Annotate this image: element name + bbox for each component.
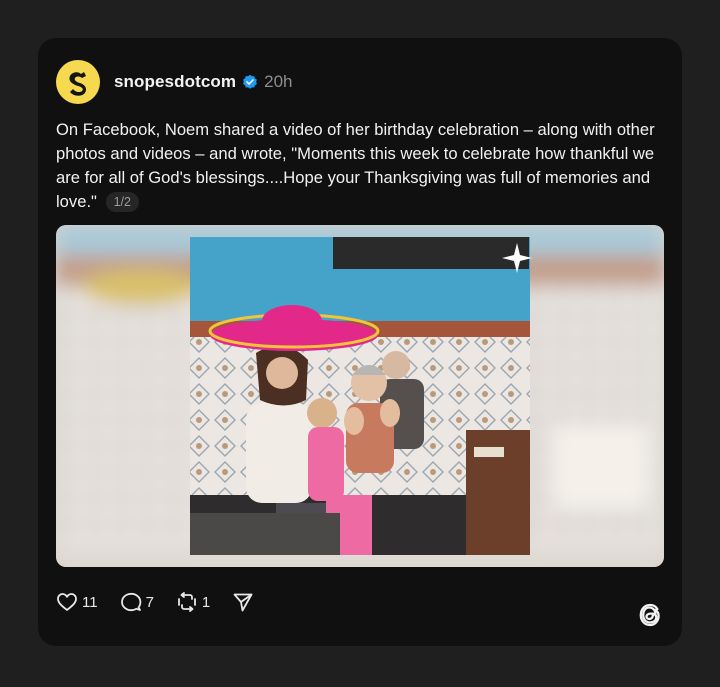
- post-card: snopesdotcom 20h On Facebook, Noem share…: [38, 38, 682, 646]
- heart-icon: [57, 593, 77, 611]
- username[interactable]: snopesdotcom: [114, 72, 236, 92]
- post-text: On Facebook, Noem shared a video of her …: [56, 120, 655, 211]
- post-header: snopesdotcom 20h: [56, 60, 292, 104]
- post-time[interactable]: 20h: [264, 72, 292, 92]
- media-pager: 1/2: [105, 192, 139, 212]
- share-button[interactable]: [232, 592, 258, 612]
- post-image[interactable]: [56, 225, 664, 567]
- comment-icon: [120, 592, 141, 612]
- avatar[interactable]: [56, 60, 100, 104]
- like-button[interactable]: 11: [56, 592, 98, 612]
- verified-icon: [243, 74, 258, 89]
- reply-count: 7: [145, 593, 154, 611]
- share-icon: [233, 593, 253, 612]
- repost-button[interactable]: 1: [176, 592, 210, 612]
- reply-button[interactable]: 7: [120, 592, 154, 612]
- repost-count: 1: [201, 593, 211, 611]
- threads-logo-icon[interactable]: [636, 601, 664, 629]
- celebration-photo: [56, 225, 664, 567]
- post-text-block: On Facebook, Noem shared a video of her …: [56, 118, 660, 214]
- repost-icon: [178, 592, 196, 612]
- like-count: 11: [82, 593, 98, 611]
- snopes-logo-icon: [69, 72, 87, 96]
- action-bar: 11 7 1: [56, 590, 280, 614]
